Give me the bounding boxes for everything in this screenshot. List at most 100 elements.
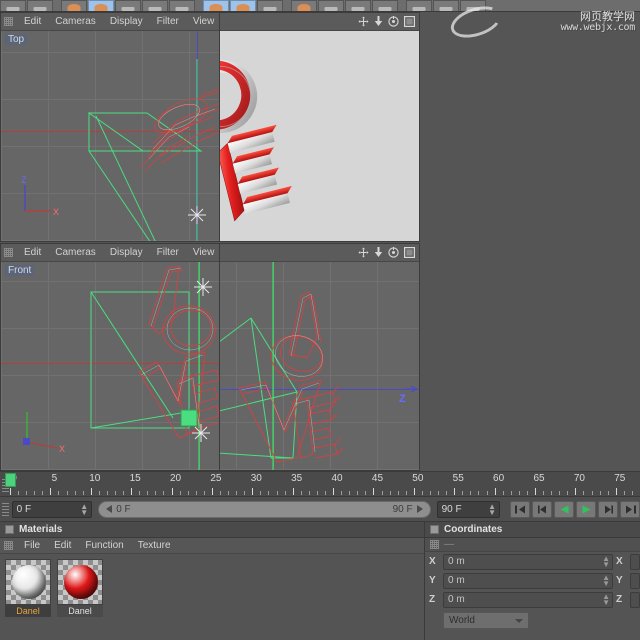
viewport-menu-cameras[interactable]: Cameras: [48, 244, 103, 262]
materials-menu-texture[interactable]: Texture: [131, 538, 178, 554]
maximize-icon[interactable]: [404, 16, 415, 27]
timeline-ruler[interactable]: 051015202530354045505560657075: [0, 471, 640, 497]
step-forward-button[interactable]: [598, 500, 618, 518]
spinner-icon[interactable]: ▲ ▼: [602, 554, 610, 568]
size-y-input[interactable]: [630, 572, 640, 589]
viewport-menu-display[interactable]: Display: [103, 13, 150, 31]
panel-tab-icon[interactable]: [5, 525, 14, 534]
viewport-menu-filter[interactable]: Filter: [150, 244, 186, 262]
size-x-input[interactable]: [630, 553, 640, 570]
undo-button[interactable]: [0, 0, 26, 11]
step-back-icon: [537, 505, 546, 513]
grip-icon[interactable]: [4, 541, 13, 550]
position-x-input[interactable]: 0 m ▲ ▼: [443, 553, 613, 570]
step-back-button[interactable]: [532, 500, 552, 518]
render-region-button[interactable]: [230, 0, 256, 11]
spinner-icon[interactable]: ▲ ▼: [488, 502, 496, 516]
viewport-menu-display[interactable]: Display: [103, 244, 150, 262]
timeline-tick: [494, 488, 496, 495]
grip-icon[interactable]: [4, 17, 13, 26]
spinner-icon[interactable]: ▲ ▼: [602, 592, 610, 606]
scene-object-button[interactable]: [406, 0, 432, 11]
front-view-wireframe: X: [23, 262, 219, 470]
viewport-canvas-front[interactable]: Front X: [1, 262, 219, 470]
camera-icon: [466, 7, 480, 11]
pan-icon[interactable]: [358, 247, 369, 258]
go-to-start-button[interactable]: [510, 500, 530, 518]
timeline-playhead[interactable]: [5, 473, 16, 487]
timeline-tick: [526, 491, 528, 495]
viewport-menu-view[interactable]: View: [186, 244, 219, 262]
axis-label-size-x: X: [616, 556, 623, 567]
live-selection-button[interactable]: [61, 0, 87, 11]
materials-menu-edit[interactable]: Edit: [47, 538, 78, 554]
position-y-input[interactable]: 0 m ▲ ▼: [443, 572, 613, 589]
materials-menu-file[interactable]: File: [17, 538, 47, 554]
redo-button[interactable]: [27, 0, 53, 11]
pan-icon[interactable]: [358, 16, 369, 27]
viewport-menu-edit[interactable]: Edit: [17, 13, 48, 31]
material-preview[interactable]: [57, 559, 103, 605]
light-button[interactable]: [433, 0, 459, 11]
deformer-button[interactable]: [372, 0, 398, 11]
coordinate-system-dropdown[interactable]: World: [443, 612, 529, 629]
viewport-canvas-top[interactable]: Top Z X: [1, 31, 219, 241]
generator-icon: [351, 7, 365, 11]
play-forwards-button[interactable]: [576, 500, 596, 518]
zoom-icon[interactable]: [374, 16, 383, 27]
grip-icon[interactable]: [2, 502, 9, 516]
total-frames-field[interactable]: 90 F ▲ ▼: [436, 500, 500, 518]
material-item[interactable]: Danel: [57, 559, 103, 617]
timeline-tick: [325, 491, 326, 495]
position-z-input[interactable]: 0 m ▲ ▼: [443, 591, 613, 608]
viewport-menu-filter[interactable]: Filter: [150, 13, 186, 31]
timeline-ticks[interactable]: 051015202530354045505560657075: [5, 472, 640, 496]
timeline-tick: [583, 491, 585, 495]
material-item[interactable]: Danel: [5, 559, 51, 617]
viewport-menu-view[interactable]: View: [186, 13, 219, 31]
timeline-label: 25: [210, 473, 222, 484]
preview-range-bar[interactable]: 0 F 90 F: [98, 500, 431, 518]
material-name[interactable]: Danel: [57, 605, 103, 617]
chevron-down-icon: [515, 619, 523, 623]
move-tool-button[interactable]: [88, 0, 114, 11]
go-to-end-button[interactable]: [620, 500, 640, 518]
spinner-icon[interactable]: ▲ ▼: [80, 502, 88, 516]
current-frame-field[interactable]: 0 F ▲ ▼: [11, 500, 93, 518]
render-settings-button[interactable]: [257, 0, 283, 11]
rotate-tool-button[interactable]: [142, 0, 168, 11]
spinner-icon[interactable]: ▲ ▼: [602, 573, 610, 587]
coordinate-row-z: Z 0 m ▲ ▼ Z: [425, 590, 640, 609]
material-preview[interactable]: [5, 559, 51, 605]
maximize-icon[interactable]: [404, 247, 415, 258]
panel-tab-icon[interactable]: [430, 525, 439, 534]
cube-primitive-button[interactable]: [291, 0, 317, 11]
axis-label-position-z: Z: [429, 594, 436, 605]
rotate-icon[interactable]: [388, 247, 399, 258]
viewport-menu-cameras[interactable]: Cameras: [48, 13, 103, 31]
timeline-tick: [631, 491, 633, 495]
move-tool-icon: [94, 4, 108, 11]
zoom-icon[interactable]: [374, 247, 383, 258]
timeline-label: 5: [51, 473, 58, 484]
rotate-icon[interactable]: [388, 16, 399, 27]
range-end-handle-icon[interactable]: [416, 505, 423, 513]
scale-tool-button[interactable]: [115, 0, 141, 11]
play-backwards-button[interactable]: [554, 500, 574, 518]
size-z-input[interactable]: [630, 591, 640, 608]
range-start-value: 0 F: [116, 503, 131, 515]
viewport-menu-edit[interactable]: Edit: [17, 244, 48, 262]
spline-button[interactable]: [318, 0, 344, 11]
generator-button[interactable]: [345, 0, 371, 11]
material-name[interactable]: Danel: [5, 605, 51, 617]
camera-button[interactable]: [460, 0, 486, 11]
grip-icon[interactable]: [4, 248, 13, 257]
materials-menu-function[interactable]: Function: [78, 538, 130, 554]
axis-lock-button[interactable]: [169, 0, 195, 11]
viewport-front[interactable]: Edit Cameras Display Filter View Front X: [0, 243, 220, 471]
viewport-top[interactable]: Edit Cameras Display Filter View Top Z X: [0, 12, 220, 242]
grip-icon[interactable]: [430, 540, 439, 549]
render-view-button[interactable]: [203, 0, 229, 11]
range-start-handle-icon[interactable]: [106, 505, 113, 513]
skip-end-icon: [625, 505, 636, 513]
